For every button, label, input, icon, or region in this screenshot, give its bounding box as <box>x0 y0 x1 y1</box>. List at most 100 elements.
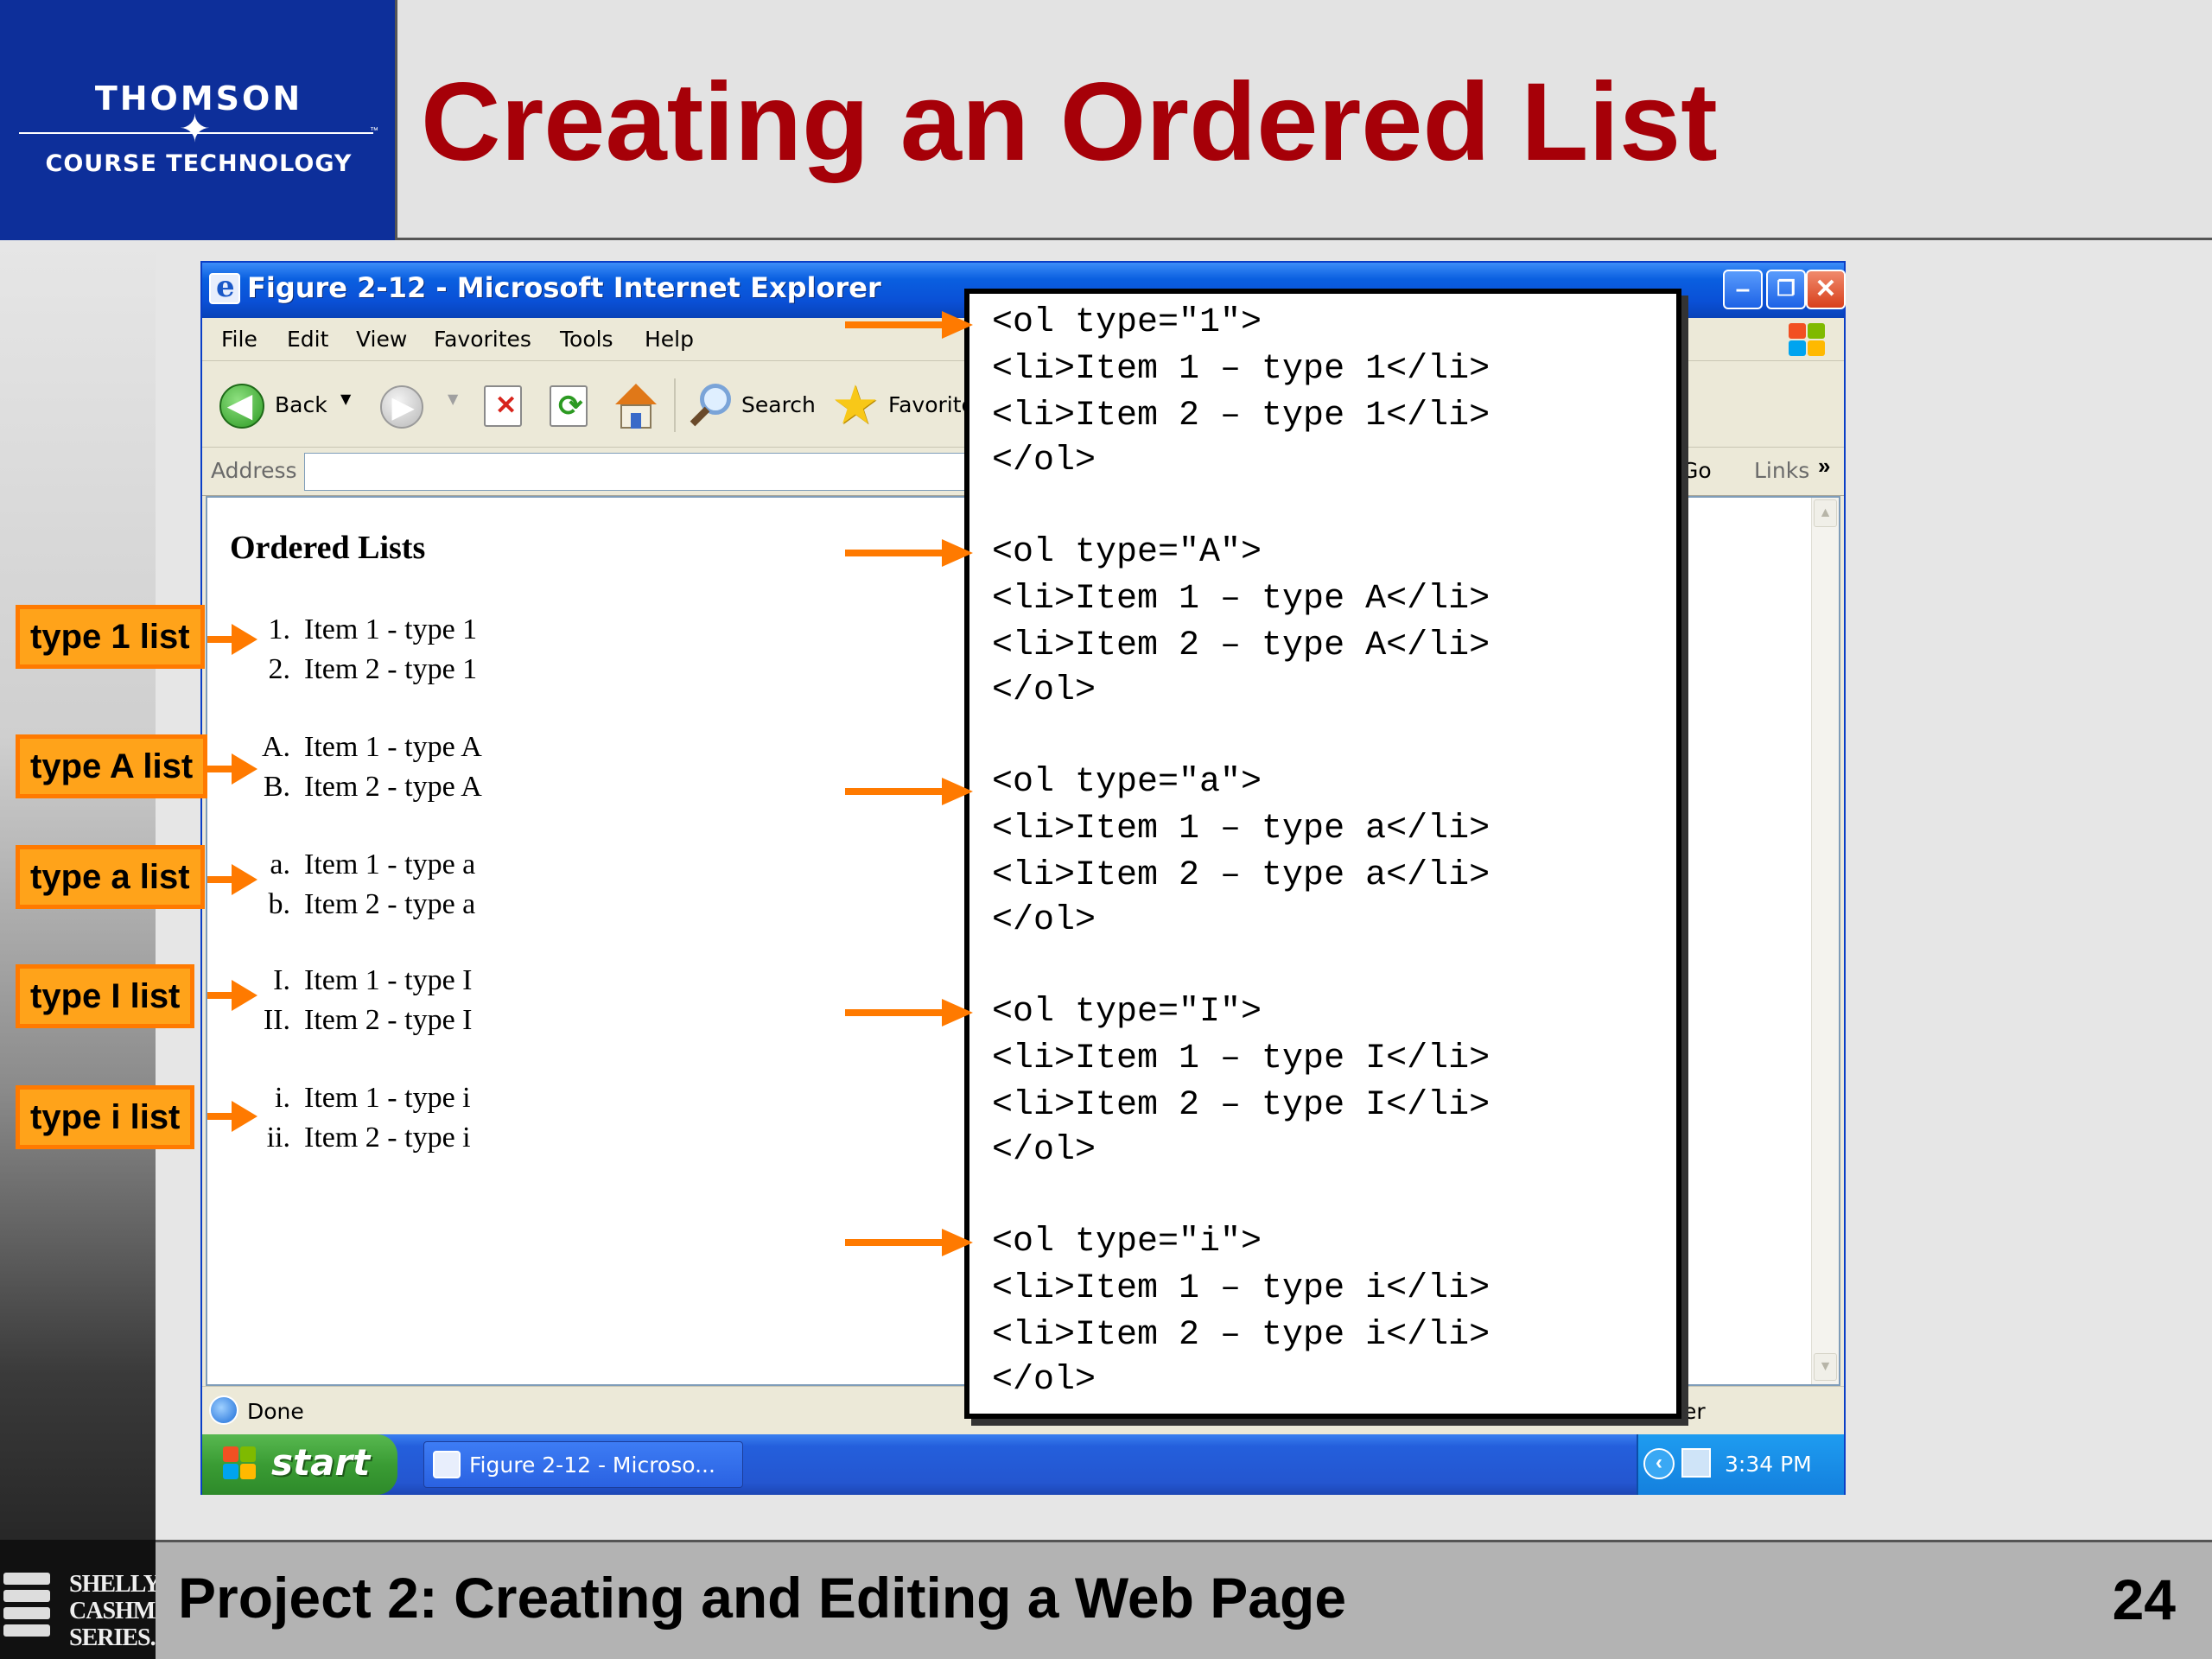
status-text: Done <box>247 1399 304 1424</box>
slide-footer: Project 2: Creating and Editing a Web Pa… <box>156 1540 2212 1659</box>
callout-type-a: type a list <box>16 845 205 909</box>
code-line: <li>Item 2 – type A</li> <box>992 626 1491 665</box>
list-marker: 2. <box>268 653 291 685</box>
scroll-up-icon[interactable]: ▲ <box>1814 499 1837 527</box>
stop-icon[interactable]: ✕ <box>484 385 522 427</box>
logo-bottom-text: COURSE TECHNOLOGY <box>45 150 353 177</box>
back-label[interactable]: Back <box>275 392 327 417</box>
code-line: </ol> <box>992 671 1096 710</box>
window-title: Figure 2-12 - Microsoft Internet Explore… <box>247 271 881 304</box>
list-item: Item 2 - type A <box>304 771 482 803</box>
system-tray: ‹ 3:34 PM <box>1637 1434 1844 1495</box>
restore-button[interactable]: ❐ <box>1766 270 1806 309</box>
code-line: </ol> <box>992 1131 1096 1170</box>
callout-type-I: type I list <box>16 964 195 1028</box>
slide-title: Creating an Ordered List <box>421 60 1718 184</box>
scroll-down-icon[interactable]: ▼ <box>1814 1353 1837 1381</box>
search-label[interactable]: Search <box>741 392 816 417</box>
menu-tools[interactable]: Tools <box>560 327 613 352</box>
footer-title: Project 2: Creating and Editing a Web Pa… <box>178 1566 1347 1630</box>
menu-edit[interactable]: Edit <box>287 327 328 352</box>
shelly-cashman-logo: SHELLY CASHMAN SERIES. <box>0 1540 189 1659</box>
arrow-right-icon <box>207 980 257 1011</box>
favorites-label[interactable]: Favorite <box>888 392 975 417</box>
vertical-scrollbar[interactable]: ▲ ▼ <box>1811 498 1839 1384</box>
code-line: <li>Item 1 – type I</li> <box>992 1039 1491 1078</box>
network-icon[interactable] <box>1681 1448 1711 1478</box>
status-zone-text: er <box>1683 1399 1706 1424</box>
list-item: Item 1 - type 1 <box>304 613 478 645</box>
ie-globe-icon <box>209 1395 238 1425</box>
clock: 3:34 PM <box>1725 1452 1812 1477</box>
forward-arrow-icon[interactable]: ▶ <box>380 385 423 429</box>
arrow-right-icon <box>845 539 973 567</box>
back-arrow-icon[interactable]: ◀ <box>219 384 264 429</box>
star-icon: ✦ <box>179 108 211 150</box>
code-line: <li>Item 2 – type I</li> <box>992 1086 1491 1125</box>
code-line: <li>Item 1 – type a</li> <box>992 810 1491 849</box>
code-line: </ol> <box>992 442 1096 480</box>
windows-flag-icon <box>223 1446 257 1481</box>
code-line: <ol type="I"> <box>992 993 1262 1032</box>
code-line: <li>Item 1 – type 1</li> <box>992 350 1491 389</box>
html-code-box: <ol type="1"> <li>Item 1 – type 1</li> <… <box>964 289 1681 1419</box>
list-item: Item 2 - type I <box>304 1004 473 1036</box>
menu-file[interactable]: File <box>221 327 257 352</box>
ie-document-icon <box>433 1451 461 1478</box>
list-item: Item 2 - type i <box>304 1122 471 1154</box>
arrow-right-icon <box>845 311 973 339</box>
back-dropdown-icon[interactable]: ▼ <box>340 391 351 407</box>
list-item: Item 1 - type A <box>304 731 482 763</box>
arrow-right-icon <box>207 624 257 655</box>
search-icon[interactable] <box>686 382 734 430</box>
code-line: </ol> <box>992 901 1096 940</box>
code-line: </ol> <box>992 1361 1096 1400</box>
arrow-right-icon <box>207 864 257 895</box>
logo-trademark: ™ <box>370 126 378 136</box>
toolbar-separator <box>674 378 676 432</box>
go-button[interactable]: Go <box>1681 458 1712 483</box>
code-line: <ol type="1"> <box>992 303 1262 342</box>
code-line: <li>Item 2 – type a</li> <box>992 856 1491 895</box>
list-item: Item 2 - type a <box>304 888 476 920</box>
arrow-right-icon <box>845 999 973 1027</box>
menu-view[interactable]: View <box>356 327 407 352</box>
links-chevron-icon[interactable]: » <box>1818 453 1830 480</box>
callout-type-A: type A list <box>16 734 208 798</box>
slide-header: THOMSON ✦ ™ COURSE TECHNOLOGY Creating a… <box>0 0 2212 240</box>
taskbar-item-ie[interactable]: Figure 2-12 - Microso... <box>423 1441 743 1488</box>
refresh-icon[interactable]: ⟳ <box>550 385 588 427</box>
callout-type-1: type 1 list <box>16 605 205 669</box>
arrow-right-icon <box>207 1101 257 1132</box>
links-label[interactable]: Links <box>1754 458 1809 483</box>
favorites-star-icon[interactable]: ★ <box>831 373 880 436</box>
menu-favorites[interactable]: Favorites <box>434 327 531 352</box>
start-label: start <box>271 1441 371 1484</box>
code-line: <ol type="A"> <box>992 533 1262 572</box>
list-item: Item 1 - type I <box>304 964 473 996</box>
minimize-button[interactable]: – <box>1723 270 1763 309</box>
windows-flag-icon <box>1787 321 1828 358</box>
code-line: <ol type="a"> <box>992 763 1262 802</box>
code-line: <li>Item 2 – type 1</li> <box>992 397 1491 435</box>
left-gradient-band <box>0 240 156 1659</box>
thomson-logo: THOMSON ✦ ™ COURSE TECHNOLOGY <box>0 0 397 240</box>
list-item: Item 1 - type a <box>304 849 476 880</box>
taskbar-item-label: Figure 2-12 - Microso... <box>469 1452 715 1478</box>
list-item: Item 1 - type i <box>304 1082 471 1114</box>
home-icon[interactable] <box>612 384 660 430</box>
menu-help[interactable]: Help <box>645 327 694 352</box>
tray-expand-icon[interactable]: ‹ <box>1643 1448 1675 1479</box>
ie-document-icon <box>209 270 240 304</box>
arrow-right-icon <box>845 778 973 805</box>
arrow-right-icon <box>207 753 257 785</box>
start-button[interactable]: start <box>202 1434 397 1495</box>
code-line: <li>Item 1 – type A</li> <box>992 580 1491 619</box>
books-icon <box>3 1573 50 1652</box>
close-button[interactable]: ✕ <box>1806 270 1846 309</box>
forward-dropdown-icon[interactable]: ▼ <box>448 391 458 407</box>
code-line: <ol type="i"> <box>992 1223 1262 1262</box>
address-label: Address <box>211 458 297 483</box>
code-line: <li>Item 2 – type i</li> <box>992 1316 1491 1355</box>
taskbar: start Figure 2-12 - Microso... ‹ 3:34 PM <box>202 1434 1844 1495</box>
